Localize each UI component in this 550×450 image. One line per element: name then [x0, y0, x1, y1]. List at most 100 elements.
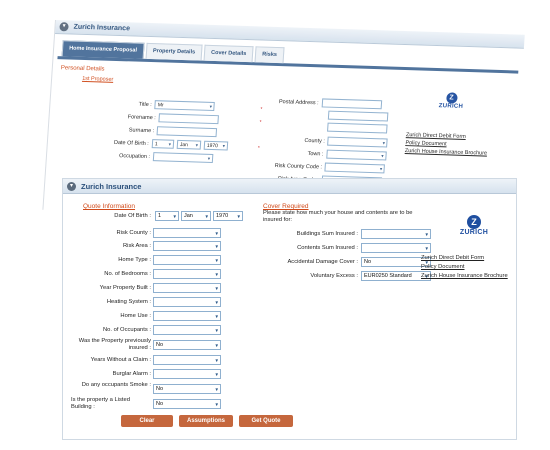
collapse-icon[interactable]: ▾ — [59, 22, 69, 32]
back-forename-row: Forename : — [127, 112, 220, 125]
back-dob-label: Date Of Birth : — [113, 139, 150, 147]
required-marker: * — [260, 106, 263, 113]
chevron-down-icon: ▼ — [214, 231, 219, 236]
chevron-down-icon: ▼ — [214, 314, 219, 319]
link-direct-debit-form[interactable]: Zurich Direct Debit Form — [421, 254, 508, 263]
contents-sum-select[interactable]: ▼ — [361, 243, 431, 253]
quote-information-heading: Quote Information — [83, 203, 136, 210]
listed-building-label: Is the property a Listed Building : — [71, 397, 130, 410]
clear-button[interactable]: Clear — [121, 415, 173, 427]
smoke-value: No — [156, 386, 164, 392]
quote-window: ▾ Zurich Insurance Quote Information Cov… — [62, 178, 517, 440]
home-use-label: Home Use : — [120, 313, 151, 319]
year-built-select[interactable]: ▼ — [153, 283, 221, 293]
risk-area-label: Risk Area : — [122, 243, 151, 249]
previously-insured-value: No — [156, 342, 164, 348]
chevron-down-icon: ▼ — [214, 343, 219, 348]
back-dob-day[interactable]: 1 — [151, 139, 175, 149]
risk-county-select[interactable]: ▼ — [153, 228, 221, 238]
occupants-select[interactable]: ▼ — [153, 325, 221, 335]
smoke-select[interactable]: No ▼ — [153, 384, 221, 394]
heating-select[interactable]: ▼ — [153, 297, 221, 307]
document-links: Zurich Direct Debit Form Policy Document… — [421, 254, 508, 281]
bedrooms-label: No. of Bedrooms : — [104, 271, 151, 277]
dob-label: Date Of Birth : — [114, 213, 151, 219]
back-town-label: Town : — [307, 150, 324, 157]
logo-word: ZURICH — [459, 229, 489, 236]
back-county-select[interactable] — [327, 136, 389, 148]
smoke-label: Do any occupants Smoke : — [81, 382, 151, 388]
chevron-down-icon: ▼ — [424, 246, 429, 251]
chevron-down-icon: ▼ — [214, 358, 219, 363]
dob-month-value: Jan — [184, 213, 193, 219]
tab-cover-details[interactable]: Cover Details — [203, 44, 254, 63]
zurich-z-icon: Z — [467, 215, 481, 229]
back-occupation-select[interactable] — [152, 152, 214, 164]
voluntary-excess-label: Voluntary Excess : — [310, 273, 358, 279]
back-title-row: Title : Mr — [138, 100, 216, 112]
back-postal-input[interactable] — [321, 98, 382, 110]
bedrooms-select[interactable]: ▼ — [153, 269, 221, 279]
back-link-brochure[interactable]: Zurich House Insurance Brochure — [405, 147, 488, 158]
home-type-label: Home Type : — [118, 257, 151, 263]
accidental-damage-value: No — [364, 259, 372, 265]
listed-building-select[interactable]: No ▼ — [153, 399, 221, 409]
chevron-down-icon: ▼ — [236, 214, 241, 219]
dob-year-select[interactable]: 1970 ▼ — [213, 211, 243, 221]
chevron-down-icon: ▼ — [214, 387, 219, 392]
back-postal-row: Postal Address : — [278, 97, 382, 110]
home-type-select[interactable]: ▼ — [153, 255, 221, 265]
back-dob-month[interactable]: Jan — [176, 139, 202, 150]
assumptions-button[interactable]: Assumptions — [179, 415, 233, 427]
front-titlebar: ▾ Zurich Insurance — [63, 179, 516, 194]
year-built-label: Year Property Built : — [99, 285, 151, 291]
cover-prompt-text: Please state how much your house and con… — [263, 210, 413, 223]
collapse-icon[interactable]: ▾ — [67, 181, 76, 191]
chevron-down-icon: ▼ — [214, 258, 219, 263]
chevron-down-icon: ▼ — [214, 328, 219, 333]
back-postal-label: Postal Address : — [278, 98, 319, 106]
back-town-select[interactable] — [326, 149, 387, 161]
buildings-sum-label: Buildings Sum Insured : — [296, 231, 358, 237]
chevron-down-icon: ▼ — [204, 214, 209, 219]
chevron-down-icon: ▼ — [424, 232, 429, 237]
back-occupation-label: Occupation : — [118, 152, 151, 160]
link-policy-document[interactable]: Policy Document — [421, 263, 508, 272]
dob-day-select[interactable]: 1 ▼ — [155, 211, 179, 221]
get-quote-button[interactable]: Get Quote — [239, 415, 293, 427]
front-window-title: Zurich Insurance — [81, 181, 142, 191]
back-title-label: Title : — [138, 101, 152, 108]
burglar-alarm-select[interactable]: ▼ — [153, 369, 221, 379]
tab-property-details[interactable]: Property Details — [145, 42, 203, 61]
chevron-down-icon: ▼ — [214, 300, 219, 305]
buildings-sum-select[interactable]: ▼ — [361, 229, 431, 239]
back-dob-year[interactable]: 1970 — [203, 140, 229, 151]
tab-risks[interactable]: Risks — [254, 46, 285, 64]
voluntary-excess-value: EUR0250 Standard — [364, 273, 412, 279]
back-postal-input-3[interactable] — [327, 122, 388, 134]
back-surname-input[interactable] — [156, 126, 218, 138]
heating-label: Heating System : — [106, 299, 151, 305]
back-risk-county-code-select[interactable] — [324, 162, 386, 174]
years-without-claim-label: Years Without a Claim : — [90, 357, 151, 363]
back-forename-input[interactable] — [158, 113, 220, 125]
listed-building-value: No — [156, 401, 164, 407]
burglar-alarm-label: Burglar Alarm : — [112, 371, 151, 377]
back-risk-county-code-row: Risk County Code : — [274, 161, 386, 174]
back-window-title: Zurich Insurance — [73, 23, 131, 33]
risk-area-select[interactable]: ▼ — [153, 241, 221, 251]
back-postal-input-2[interactable] — [327, 110, 389, 122]
required-marker: * — [257, 145, 260, 152]
previously-insured-select[interactable]: No ▼ — [153, 340, 221, 350]
back-dob-row: Date Of Birth : 1 Jan 1970 — [113, 138, 229, 151]
link-house-insurance-brochure[interactable]: Zurich House Insurance Brochure — [421, 272, 508, 281]
chevron-down-icon: ▼ — [214, 244, 219, 249]
back-title-select[interactable]: Mr — [154, 100, 216, 112]
contents-sum-label: Contents Sum Insured : — [297, 245, 358, 251]
years-without-claim-select[interactable]: ▼ — [153, 355, 221, 365]
home-use-select[interactable]: ▼ — [153, 311, 221, 321]
dob-month-select[interactable]: Jan ▼ — [181, 211, 211, 221]
tab-home-insurance-proposal[interactable]: Home Insurance Proposal — [61, 40, 145, 59]
dob-day-value: 1 — [158, 213, 162, 219]
back-risk-county-code-label: Risk County Code : — [274, 162, 323, 170]
